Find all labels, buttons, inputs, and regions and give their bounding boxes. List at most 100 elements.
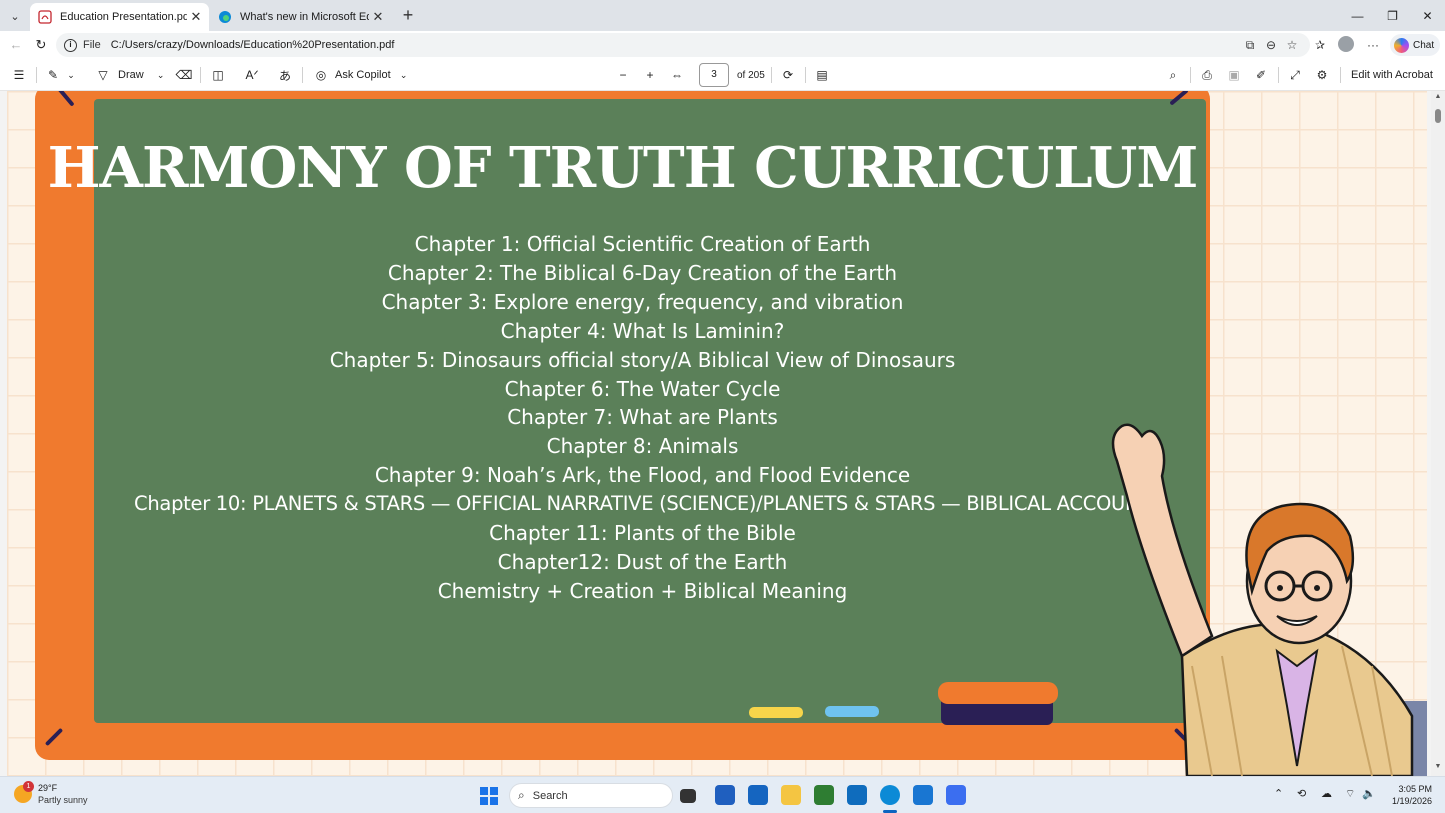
- refresh-icon: ↻: [35, 37, 47, 52]
- favorites-icon[interactable]: ✰: [1310, 36, 1330, 56]
- scroll-up-icon[interactable]: ▲: [1433, 93, 1443, 100]
- task-view-icon[interactable]: [680, 789, 696, 803]
- zoom-icon[interactable]: ⊖: [1261, 36, 1281, 56]
- close-icon[interactable]: ✕: [187, 9, 205, 25]
- translate-icon[interactable]: ⧉: [1240, 36, 1260, 56]
- close-window-button[interactable]: ✕: [1410, 0, 1445, 31]
- print-icon: ⎙: [1202, 67, 1212, 82]
- fullscreen-button[interactable]: ⤢: [1286, 65, 1304, 85]
- more-icon[interactable]: ···: [1363, 36, 1383, 56]
- cloud-icon[interactable]: ☁: [1321, 787, 1332, 800]
- restore-button[interactable]: ❐: [1375, 0, 1410, 31]
- page-number-input[interactable]: 3: [699, 63, 729, 87]
- clock-time: 3:05 PM: [1398, 784, 1432, 794]
- settings-button[interactable]: ⚙: [1313, 65, 1331, 85]
- refresh-button[interactable]: ↻: [31, 36, 51, 56]
- taskbar-search[interactable]: ⌕ Search: [509, 783, 673, 808]
- divider: [771, 67, 772, 83]
- translate-icon: あ: [278, 68, 291, 83]
- copilot-chat-button[interactable]: Chat: [1390, 34, 1440, 56]
- save-as-button[interactable]: ✐: [1252, 65, 1270, 85]
- back-button[interactable]: ←: [6, 36, 26, 56]
- back-arrow-icon: ←: [9, 37, 23, 52]
- file-explorer-icon[interactable]: [781, 785, 801, 805]
- weather-widget[interactable]: 1 29°F Partly sunny: [14, 781, 88, 806]
- app-icon[interactable]: [748, 785, 768, 805]
- frame-corner: [57, 91, 75, 107]
- print-button[interactable]: ⎙: [1198, 65, 1216, 85]
- start-button[interactable]: [480, 787, 498, 805]
- wifi-icon[interactable]: ⌔: [1345, 787, 1355, 801]
- tab-actions-button[interactable]: ⌄: [4, 5, 26, 27]
- scroll-down-icon[interactable]: ▼: [1433, 763, 1443, 770]
- copilot-icon: [1394, 37, 1409, 53]
- close-icon[interactable]: ✕: [369, 9, 387, 25]
- volume-icon[interactable]: 🔈: [1362, 787, 1376, 800]
- chat-label: Chat: [1413, 39, 1435, 51]
- copilot-icon: ◎: [315, 68, 327, 82]
- address-bar[interactable]: i File C:/Users/crazy/Downloads/Educatio…: [56, 33, 1310, 57]
- edge-icon[interactable]: [880, 785, 900, 805]
- weather-description: Partly sunny: [38, 795, 88, 805]
- new-tab-button[interactable]: +: [397, 5, 419, 27]
- system-clock[interactable]: 3:05 PM 1/19/2026: [1392, 783, 1432, 807]
- tab-whats-new-edge[interactable]: What's new in Microsoft Edge ✕: [210, 3, 391, 31]
- divider: [1340, 67, 1341, 83]
- divider: [1278, 67, 1279, 83]
- weather-sun-icon: 1: [14, 781, 34, 803]
- edge-icon: [219, 11, 231, 23]
- fit-page-button[interactable]: ⇔: [668, 65, 686, 85]
- draw-button[interactable]: ▽ Draw ⌄: [94, 65, 170, 85]
- store-icon[interactable]: [715, 785, 735, 805]
- find-button[interactable]: ⌕: [1164, 65, 1182, 85]
- minus-icon: −: [619, 68, 627, 82]
- chapter-item: Chapter 7: What are Plants: [507, 405, 778, 430]
- zoom-in-button[interactable]: +: [641, 65, 659, 85]
- ask-copilot-button[interactable]: ◎ Ask Copilot ⌄: [312, 65, 413, 85]
- translate-button[interactable]: あ: [276, 65, 294, 85]
- erase-button[interactable]: ⌫: [175, 65, 193, 85]
- page-view-button[interactable]: ▤: [813, 65, 831, 85]
- read-aloud-icon: Aᐟ: [245, 68, 259, 82]
- pdf-toolbar: ☰ ✎ ⌄ ▽ Draw ⌄ ⌫ ◫ Aᐟ あ ◎ Ask Copilot ⌄ …: [0, 59, 1445, 91]
- tab-education-presentation[interactable]: Education Presentation.pdf ✕: [30, 3, 209, 31]
- sync-icon[interactable]: ⟲: [1297, 787, 1306, 800]
- chapter-item: Chapter 11: Plants of the Bible: [489, 521, 796, 546]
- text-box-button[interactable]: ◫: [209, 65, 227, 85]
- blue-chalk: [825, 706, 879, 717]
- notification-badge: 1: [23, 781, 34, 792]
- scrollbar-thumb[interactable]: [1435, 109, 1441, 123]
- page-total: of 205: [737, 69, 765, 81]
- outlook-icon[interactable]: [847, 785, 867, 805]
- yellow-chalk: [749, 707, 803, 718]
- highlight-button[interactable]: ✎ ⌄: [44, 65, 80, 85]
- chevron-up-icon[interactable]: ⌃: [1274, 787, 1283, 800]
- divider: [36, 67, 37, 83]
- contents-button[interactable]: ☰: [10, 65, 28, 85]
- read-aloud-button[interactable]: Aᐟ: [243, 65, 261, 85]
- vertical-scrollbar[interactable]: ▲ ▼: [1431, 91, 1445, 776]
- profile-avatar[interactable]: [1336, 36, 1356, 56]
- chevron-down-icon: ⌄: [67, 69, 75, 80]
- chapter-item: Chapter 9: Noah’s Ark, the Flood, and Fl…: [374, 463, 911, 488]
- info-icon[interactable]: i: [64, 38, 77, 52]
- app-icon[interactable]: [946, 785, 966, 805]
- search-icon: ⌕: [1169, 67, 1177, 82]
- edit-with-acrobat-button[interactable]: Edit with Acrobat: [1351, 65, 1433, 85]
- chevron-down-icon: ⌄: [10, 10, 20, 23]
- zoom-out-button[interactable]: −: [614, 65, 632, 85]
- chapter-item: Chapter 2: The Biblical 6-Day Creation o…: [387, 260, 898, 285]
- chevron-down-icon: ⌄: [399, 69, 408, 80]
- spreadsheet-app-icon[interactable]: [814, 785, 834, 805]
- app-icon[interactable]: [913, 785, 933, 805]
- chapter-item: Chapter 8: Animals: [546, 434, 739, 459]
- chapter-item: Chapter 3: Explore energy, frequency, an…: [381, 289, 904, 314]
- rotate-button[interactable]: ⟳: [779, 65, 797, 85]
- minimize-button[interactable]: —: [1340, 0, 1375, 31]
- chalkboard-frame: HARMONY OF TRUTH CURRICULUM Chapter 1: O…: [35, 91, 1210, 760]
- pdf-icon: [38, 10, 52, 24]
- divider: [1190, 67, 1191, 83]
- eraser-top: [938, 682, 1058, 704]
- save-button[interactable]: ▣: [1225, 65, 1243, 85]
- favorite-star-icon[interactable]: ☆: [1282, 36, 1302, 56]
